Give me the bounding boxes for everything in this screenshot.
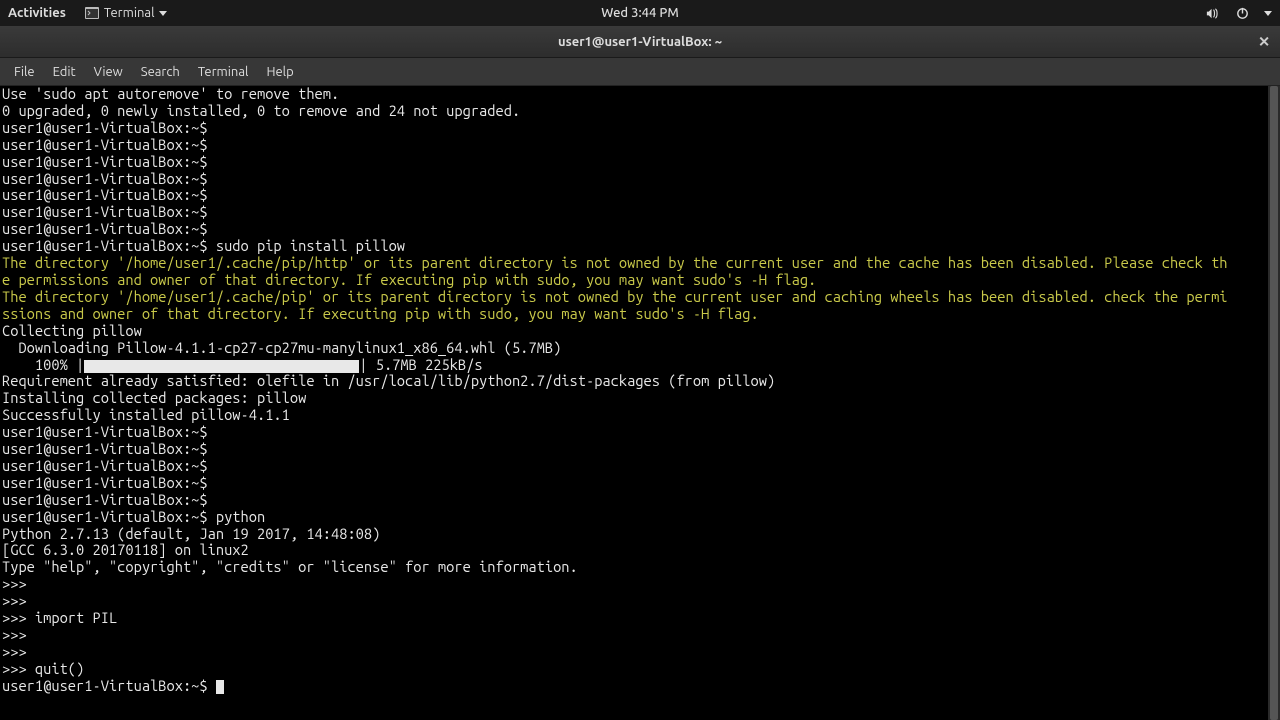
prompt-line: user1@user1-VirtualBox:~$ (2, 424, 1278, 441)
prompt-line: user1@user1-VirtualBox:~$ (2, 221, 1278, 238)
menu-file[interactable]: File (6, 61, 43, 83)
command-text: python (216, 508, 265, 525)
prompt-line: user1@user1-VirtualBox:~$ (2, 492, 1278, 509)
output-line: Collecting pillow (2, 323, 1278, 340)
output-line: Use 'sudo apt autoremove' to remove them… (2, 86, 1278, 103)
command-text: sudo pip install pillow (216, 237, 405, 254)
prompt-line: user1@user1-VirtualBox:~$ (2, 678, 1278, 695)
chevron-down-icon[interactable] (1264, 11, 1272, 16)
command-text: quit() (35, 660, 84, 677)
python-prompt: >>> (2, 627, 1278, 644)
system-tray (1204, 5, 1272, 21)
terminal-output[interactable]: Use 'sudo apt autoremove' to remove them… (0, 86, 1280, 720)
prompt-line: user1@user1-VirtualBox:~$ sudo pip insta… (2, 238, 1278, 255)
prompt-line: user1@user1-VirtualBox:~$ (2, 137, 1278, 154)
prompt-line: user1@user1-VirtualBox:~$ (2, 458, 1278, 475)
prompt-line: user1@user1-VirtualBox:~$ (2, 154, 1278, 171)
output-line: Downloading Pillow-4.1.1-cp27-cp27mu-man… (2, 340, 1278, 357)
output-line: Python 2.7.13 (default, Jan 19 2017, 14:… (2, 526, 1278, 543)
window-title: user1@user1-VirtualBox: ~ (558, 35, 722, 49)
terminal-icon (84, 5, 100, 21)
menu-search[interactable]: Search (133, 61, 188, 83)
clock[interactable]: Wed 3:44 PM (601, 6, 678, 20)
menubar: File Edit View Search Terminal Help (0, 58, 1280, 86)
menu-terminal[interactable]: Terminal (190, 61, 257, 83)
prompt-line: user1@user1-VirtualBox:~$ (2, 475, 1278, 492)
volume-icon[interactable] (1204, 5, 1220, 21)
chevron-down-icon (159, 11, 167, 16)
output-line: [GCC 6.3.0 20170118] on linux2 (2, 542, 1278, 559)
prompt-line: user1@user1-VirtualBox:~$ (2, 441, 1278, 458)
progress-bar (84, 360, 359, 373)
prompt-line: user1@user1-VirtualBox:~$ (2, 187, 1278, 204)
output-line: Requirement already satisfied: olefile i… (2, 373, 1278, 390)
output-line: Successfully installed pillow-4.1.1 (2, 407, 1278, 424)
prompt-line: user1@user1-VirtualBox:~$ (2, 171, 1278, 188)
command-text: import PIL (35, 609, 117, 626)
warning-line: e permissions and owner of that director… (2, 272, 1278, 289)
prompt-line: user1@user1-VirtualBox:~$ python (2, 509, 1278, 526)
warning-line: The directory '/home/user1/.cache/pip/ht… (2, 255, 1278, 272)
cursor (216, 680, 224, 694)
scrollbar[interactable] (1268, 86, 1280, 720)
close-icon[interactable]: ✕ (1258, 33, 1270, 50)
menu-edit[interactable]: Edit (45, 61, 84, 83)
warning-line: The directory '/home/user1/.cache/pip' o… (2, 289, 1278, 306)
prompt-line: user1@user1-VirtualBox:~$ (2, 204, 1278, 221)
app-menu-label: Terminal (104, 6, 155, 20)
menu-view[interactable]: View (86, 61, 131, 83)
power-icon[interactable] (1234, 5, 1250, 21)
python-prompt: >>> quit() (2, 661, 1278, 678)
activities-button[interactable]: Activities (8, 6, 66, 20)
output-line: Type "help", "copyright", "credits" or "… (2, 559, 1278, 576)
prompt-line: user1@user1-VirtualBox:~$ (2, 120, 1278, 137)
app-menu[interactable]: Terminal (84, 5, 167, 21)
gnome-top-panel: Activities Terminal Wed 3:44 PM (0, 0, 1280, 26)
window-titlebar[interactable]: user1@user1-VirtualBox: ~ ✕ (0, 26, 1280, 58)
warning-line: ssions and owner of that directory. If e… (2, 306, 1278, 323)
menu-help[interactable]: Help (258, 61, 301, 83)
python-prompt: >>> (2, 593, 1278, 610)
terminal-window: user1@user1-VirtualBox: ~ ✕ File Edit Vi… (0, 26, 1280, 720)
output-line: 0 upgraded, 0 newly installed, 0 to remo… (2, 103, 1278, 120)
python-prompt: >>> (2, 644, 1278, 661)
output-line: Installing collected packages: pillow (2, 390, 1278, 407)
python-prompt: >>> import PIL (2, 610, 1278, 627)
scrollbar-thumb[interactable] (1270, 86, 1278, 720)
progress-line: 100% || 5.7MB 225kB/s (2, 357, 1278, 374)
python-prompt: >>> (2, 576, 1278, 593)
